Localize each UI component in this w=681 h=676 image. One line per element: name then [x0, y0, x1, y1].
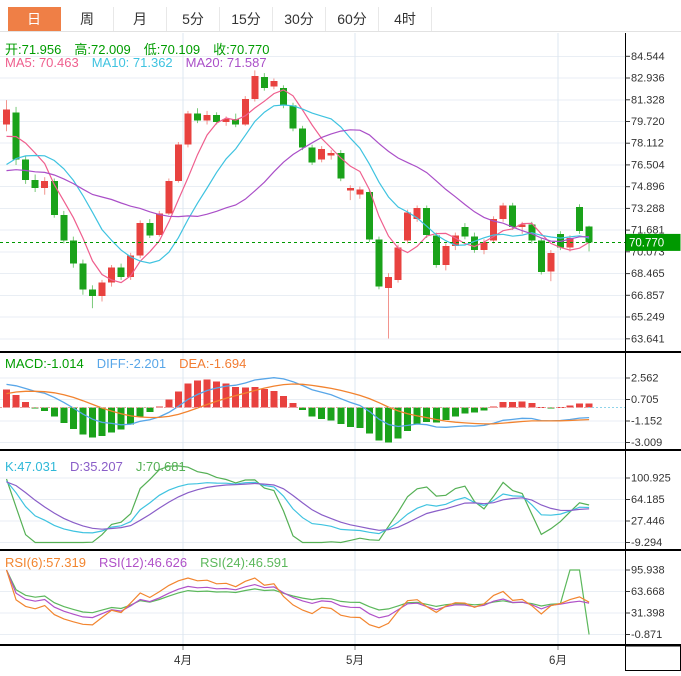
x-axis-label: 5月 [346, 655, 364, 667]
svg-text:70.770: 70.770 [629, 237, 664, 249]
y-axis-label: 79.720 [631, 116, 665, 128]
tab-day[interactable]: 日 [8, 7, 61, 31]
y-axis-label: 74.896 [631, 181, 665, 193]
y-axis-label: 95.938 [631, 565, 665, 577]
tab-week[interactable]: 周 [61, 7, 114, 31]
axis-corner-box [625, 645, 681, 671]
chart-canvas[interactable]: 84.544 82.936 81.328 79.720 78.112 76.504 74.8… [0, 0, 681, 676]
y-axis-label: 73.288 [631, 203, 665, 215]
tab-month[interactable]: 月 [114, 7, 167, 31]
y-axis-label: -3.009 [631, 437, 662, 449]
y-axis-label: 100.925 [631, 473, 671, 485]
tab-4hour[interactable]: 4时 [379, 7, 432, 31]
y-axis-label: 81.328 [631, 94, 665, 106]
current-price-tag: 70.770 [625, 233, 681, 251]
x-axis-label: 6月 [549, 655, 567, 667]
y-axis-label: 68.465 [631, 268, 665, 280]
y-axis-label: 76.504 [631, 159, 665, 171]
tab-60min[interactable]: 60分 [326, 7, 379, 31]
y-axis-label: 63.668 [631, 586, 665, 598]
y-axis-label: 63.641 [631, 333, 665, 345]
y-axis-label: 84.544 [631, 51, 665, 63]
y-axis-label: -0.871 [631, 629, 662, 641]
y-axis-label: 82.936 [631, 73, 665, 85]
y-axis-label: 2.562 [631, 373, 659, 385]
x-axis-label: 4月 [174, 655, 192, 667]
y-axis-label: -1.152 [631, 416, 662, 428]
y-axis-label: 64.185 [631, 494, 665, 506]
y-axis-label: 27.446 [631, 516, 665, 528]
y-axis-label: 0.705 [631, 394, 659, 406]
chart-window: 84.544 82.936 81.328 79.720 78.112 76.504 74.8… [0, 0, 681, 676]
tab-15min[interactable]: 15分 [220, 7, 273, 31]
y-axis-label: 78.112 [631, 138, 664, 150]
tab-bar: 日周月 5分 15分 30分 60分 4时 [0, 0, 681, 32]
tab-30min[interactable]: 30分 [273, 7, 326, 31]
tab-5min[interactable]: 5分 [167, 7, 220, 31]
y-axis-label: 31.398 [631, 608, 665, 620]
y-axis-label: -9.294 [631, 537, 662, 549]
y-axis-label: 66.857 [631, 290, 665, 302]
y-axis-label: 65.249 [631, 312, 665, 324]
